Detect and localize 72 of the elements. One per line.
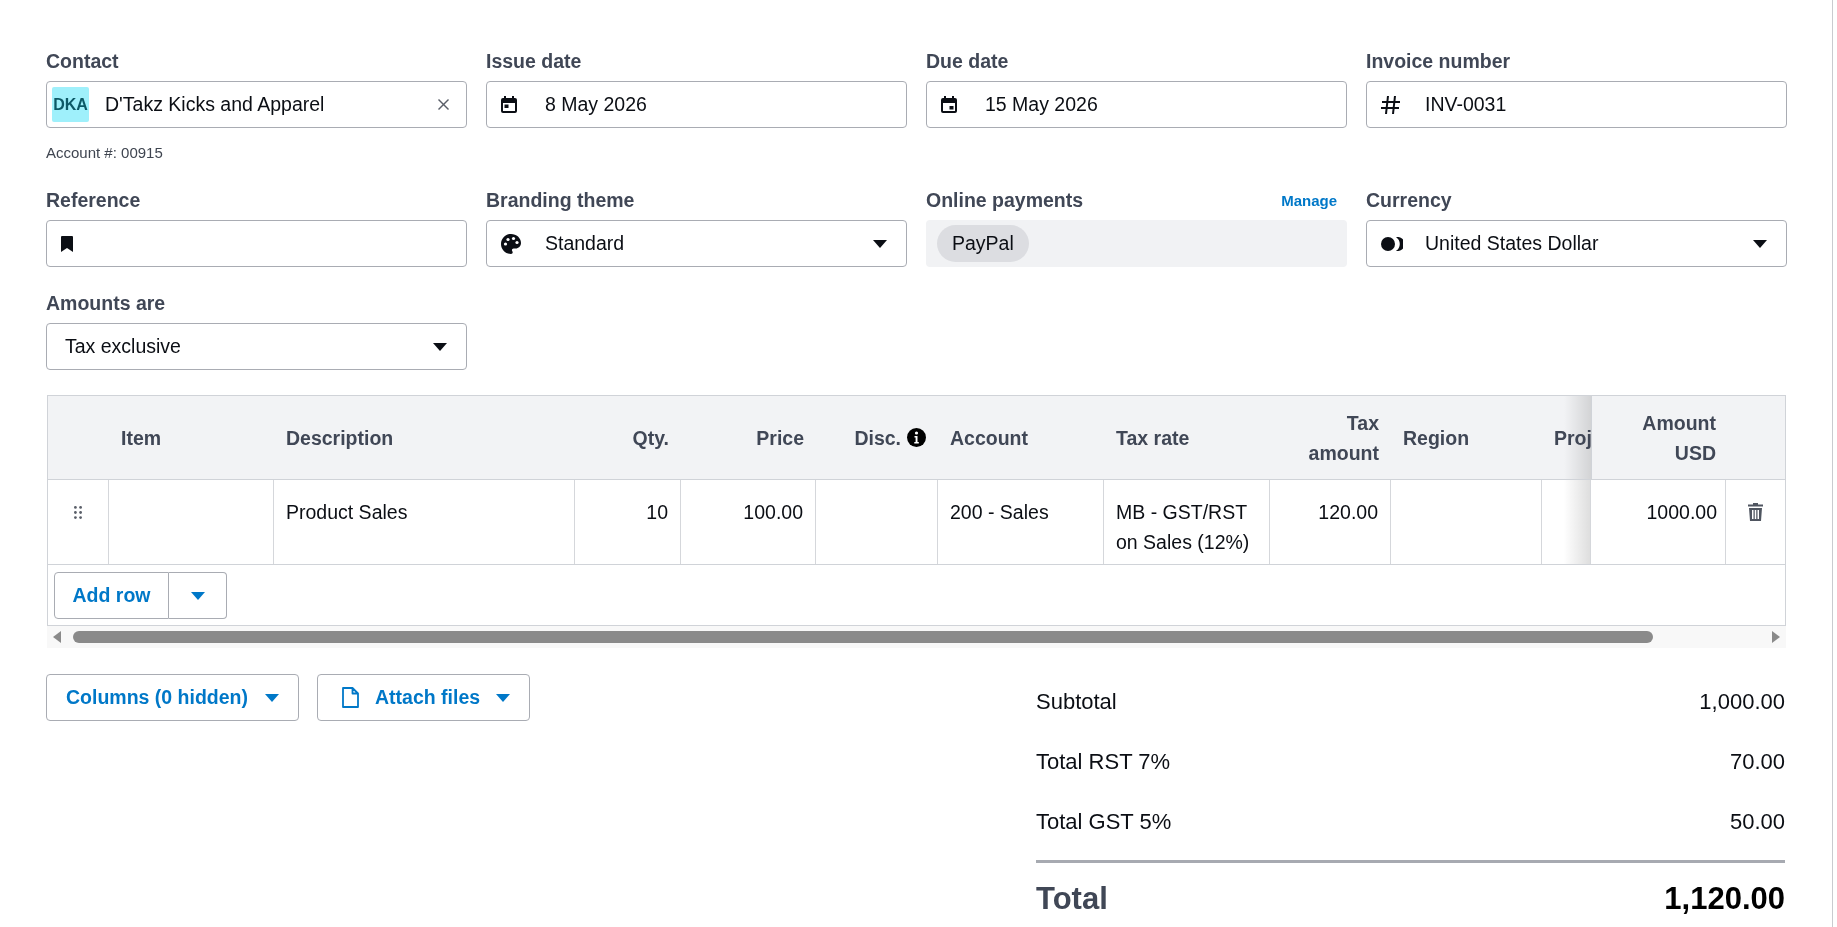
reference-field[interactable] [46, 220, 467, 267]
scroll-right-icon[interactable] [1772, 631, 1780, 643]
total-line-label: Total GST 5% [1036, 809, 1172, 835]
column-header: Tax amount [1307, 410, 1380, 466]
contact-field[interactable]: DKA D'Takz Kicks and Apparel [46, 81, 467, 128]
palette-icon [501, 233, 521, 254]
due-date-field[interactable]: 15 May 2026 [926, 81, 1347, 128]
field-label: Issue date [486, 49, 582, 73]
table-cell[interactable]: 200 - Sales [938, 480, 1104, 564]
table-cell[interactable]: Product Sales [274, 480, 575, 564]
column-header: Price [755, 425, 805, 451]
caret-icon [190, 591, 205, 600]
column-header: Region [1402, 425, 1471, 451]
hash-icon [1381, 95, 1400, 114]
caret-icon [496, 693, 511, 702]
column-header: Tax rate [1115, 425, 1191, 451]
field-label: Branding theme [486, 188, 635, 212]
field-label: Reference [46, 188, 141, 212]
add-row-menu-button[interactable] [169, 572, 227, 619]
account-number: Account #: 00915 [46, 143, 164, 163]
column-header: Item [120, 425, 163, 451]
invoice-number-field[interactable]: INV-0031 [1366, 81, 1787, 128]
attach-files-button[interactable]: Attach files [317, 674, 531, 721]
column-header: Description [285, 425, 395, 451]
bookmark-icon [61, 235, 73, 252]
column-header: Amount USD [1591, 396, 1726, 479]
branding-theme-dropdown[interactable]: Standard [486, 220, 907, 267]
scrollbar-thumb[interactable] [73, 631, 1653, 643]
horizontal-scrollbar[interactable] [47, 626, 1786, 648]
trash-icon [1748, 503, 1763, 521]
initials-avatar: DKA [52, 87, 89, 122]
table-cell[interactable]: 120.00 [1270, 480, 1391, 564]
total-line-value: 70.00 [1729, 749, 1785, 775]
column-header: Qty. [631, 425, 670, 451]
file-icon [342, 687, 359, 708]
info-icon[interactable] [907, 428, 926, 447]
manage-link[interactable]: Manage [1281, 191, 1337, 209]
table-cell[interactable]: 10 [575, 480, 681, 564]
total-line-label: Total RST 7% [1036, 749, 1171, 775]
total-line-value: 1,000.00 [1699, 689, 1785, 715]
caret-icon [265, 693, 279, 702]
drag-handle-icon[interactable] [74, 506, 82, 519]
table-cell[interactable]: 100.00 [681, 480, 816, 564]
table-cell[interactable]: 1000.00 [1591, 480, 1726, 564]
table-cell[interactable]: MB - GST/RST on Sales (12%) [1104, 480, 1270, 564]
columns-button[interactable]: Columns (0 hidden) [46, 674, 299, 721]
field-label: Amounts are [46, 291, 166, 315]
caret-icon[interactable] [433, 342, 447, 351]
column-header: Disc. [854, 425, 901, 451]
field-label: Contact [46, 49, 119, 73]
total-value: 1,120.00 [1664, 881, 1785, 917]
total-line-label: Subtotal [1036, 689, 1117, 715]
column-header: Account [949, 425, 1029, 451]
caret-icon[interactable] [873, 239, 887, 248]
total-label: Total [1036, 881, 1108, 917]
amounts-are-dropdown[interactable]: Tax exclusive [46, 323, 467, 370]
delete-row-button[interactable] [1748, 503, 1763, 521]
total-line-value: 50.00 [1729, 809, 1785, 835]
calendar-icon [941, 96, 957, 113]
field-label: Currency [1366, 188, 1452, 212]
field-label: Online payments [926, 188, 1084, 212]
payment-method-tag[interactable]: PayPal [937, 225, 1029, 262]
field-label: Invoice number [1366, 49, 1511, 73]
issue-date-field[interactable]: 8 May 2026 [486, 81, 907, 128]
add-row-button[interactable]: Add row [54, 572, 169, 619]
scroll-left-icon[interactable] [53, 631, 61, 643]
caret-icon[interactable] [1753, 239, 1767, 248]
coins-icon [1381, 236, 1403, 251]
calendar-icon [501, 96, 517, 113]
currency-dropdown[interactable]: United States Dollar [1366, 220, 1787, 267]
close-icon[interactable] [438, 99, 449, 110]
field-label: Due date [926, 49, 1009, 73]
